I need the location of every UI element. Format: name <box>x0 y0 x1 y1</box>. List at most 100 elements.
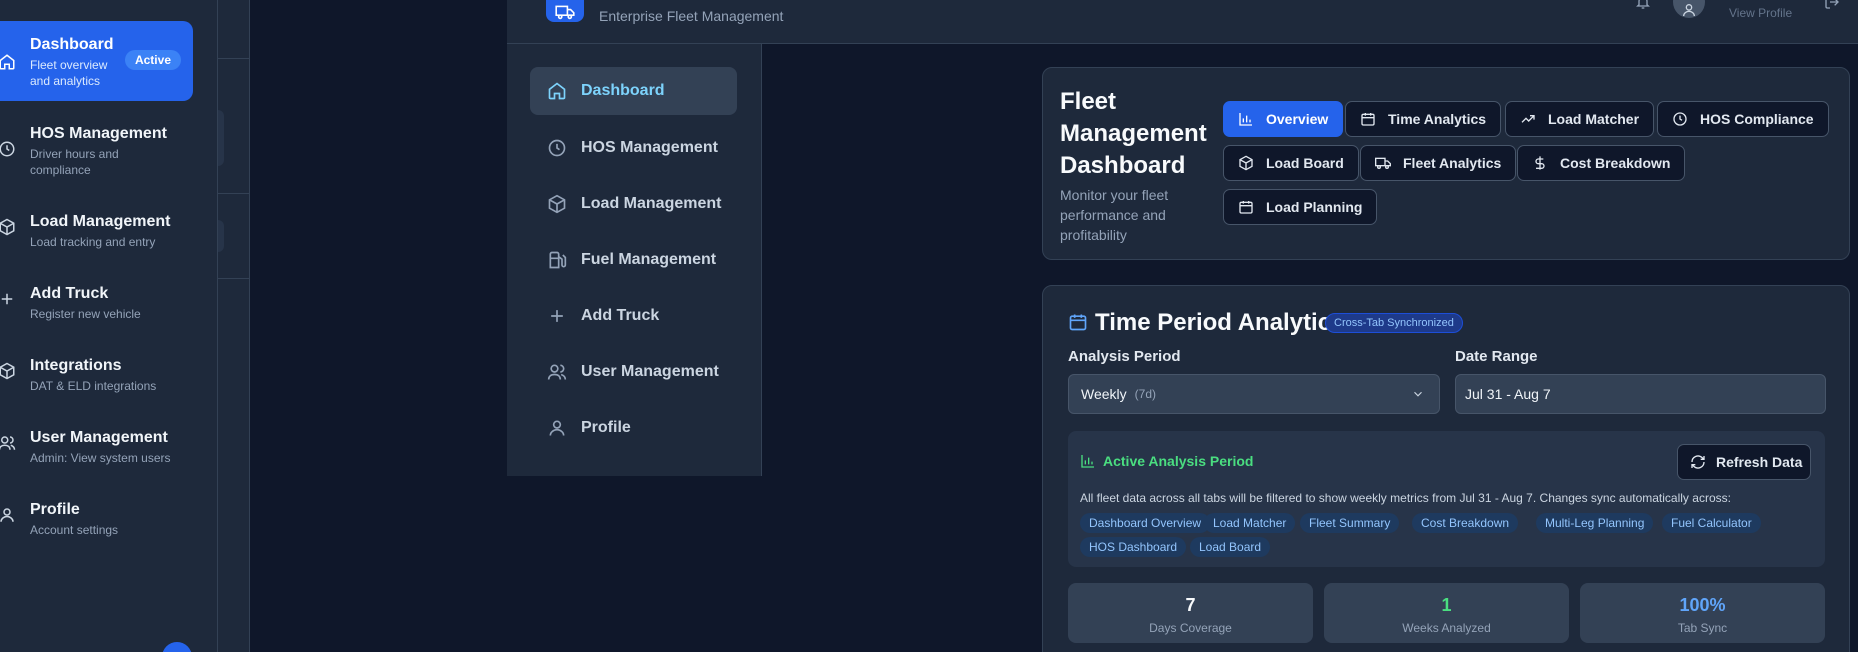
bar-chart-icon <box>1080 453 1096 469</box>
floating-action-button[interactable] <box>162 642 192 652</box>
tab-load-matcher[interactable]: Load Matcher <box>1505 101 1655 137</box>
avatar[interactable] <box>1673 0 1705 18</box>
nav-item-load[interactable]: Load Management <box>530 180 737 228</box>
tab-label: Load Board <box>1266 155 1344 171</box>
period-label: Analysis Period <box>1068 348 1181 365</box>
sidebar-item-sub: Driver hours and compliance <box>30 147 119 177</box>
dashboard-header-card: Fleet Management Dashboard Monitor your … <box>1042 67 1850 260</box>
tab-overview[interactable]: Overview <box>1223 101 1344 137</box>
sidebar-item-title: Load Management <box>30 213 171 230</box>
sync-chip: Fleet Summary <box>1300 513 1400 533</box>
sidebar-item-hos[interactable]: HOS Management Driver hours and complianc… <box>0 124 193 178</box>
time-period-analytics-card: Time Period Analytics Cross-Tab Synchron… <box>1042 285 1850 652</box>
overlay-sidebar: Dashboard Fleet overview and analytics Ac… <box>0 0 218 652</box>
package-icon <box>0 362 16 380</box>
view-profile-link[interactable]: View Profile <box>1729 6 1792 20</box>
date-range-field[interactable]: Jul 31 - Aug 7 <box>1455 374 1826 414</box>
active-period-title: Active Analysis Period <box>1103 453 1254 469</box>
home-icon <box>0 53 16 71</box>
range-value: Jul 31 - Aug 7 <box>1465 386 1551 402</box>
active-period-text: All fleet data across all tabs will be f… <box>1080 491 1731 505</box>
stat-label: Weeks Analyzed <box>1402 621 1491 635</box>
sidebar-item-title: Integrations <box>30 357 122 374</box>
tab-label: Load Planning <box>1266 199 1363 215</box>
tab-label: Time Analytics <box>1388 111 1487 127</box>
nav-item-profile[interactable]: Profile <box>530 404 737 452</box>
trending-up-icon <box>1520 111 1536 127</box>
tab-label: Fleet Analytics <box>1403 155 1502 171</box>
sidebar-item-users[interactable]: User Management Admin: View system users <box>0 428 193 466</box>
bar-chart-icon <box>1238 111 1254 127</box>
tab-fleet-analytics[interactable]: Fleet Analytics <box>1360 145 1517 181</box>
stat-tab-sync: 100% Tab Sync <box>1580 583 1825 643</box>
sidebar-item-sub: Admin: View system users <box>30 451 171 465</box>
users-icon <box>0 434 16 452</box>
sync-chip: Cost Breakdown <box>1412 513 1519 533</box>
tab-time-analytics[interactable]: Time Analytics <box>1345 101 1502 137</box>
sidebar-item-sub: DAT & ELD integrations <box>30 379 157 393</box>
sidebar-item-add-truck[interactable]: Add Truck Register new vehicle <box>0 284 193 322</box>
range-label: Date Range <box>1455 348 1538 365</box>
truck-logo-icon[interactable] <box>546 0 584 22</box>
nav-item-fuel[interactable]: Fuel Management <box>530 236 737 284</box>
nav-item-label: Fuel Management <box>581 251 717 268</box>
refresh-icon <box>1690 454 1706 470</box>
package-icon <box>0 218 16 236</box>
period-value: Weekly <box>1081 386 1127 402</box>
tab-load-planning[interactable]: Load Planning <box>1223 189 1378 225</box>
package-icon <box>1238 155 1254 171</box>
sidebar-item-load[interactable]: Load Management Load tracking and entry <box>0 212 193 250</box>
sync-badge: Cross-Tab Synchronized <box>1325 313 1463 333</box>
stat-label: Days Coverage <box>1149 621 1232 635</box>
sync-chip: Load Matcher <box>1204 513 1296 533</box>
stat-weeks-analyzed: 1 Weeks Analyzed <box>1324 583 1569 643</box>
nav-item-label: Load Management <box>581 195 722 212</box>
clock-icon <box>1672 111 1688 127</box>
sidebar-item-title: User Management <box>30 429 168 446</box>
sync-chip: Load Board <box>1190 537 1271 557</box>
calendar-icon <box>1360 111 1376 127</box>
sync-chip: Fuel Calculator <box>1662 513 1761 533</box>
calendar-icon <box>1238 199 1254 215</box>
stat-value: 100% <box>1679 595 1726 615</box>
sidebar-item-integrations[interactable]: Integrations DAT & ELD integrations <box>0 356 193 394</box>
tab-load-board[interactable]: Load Board <box>1223 145 1359 181</box>
sidebar-item-title: Add Truck <box>30 285 109 302</box>
logout-icon[interactable] <box>1824 0 1840 10</box>
nav-item-users[interactable]: User Management <box>530 348 737 396</box>
tab-label: Cost Breakdown <box>1560 155 1671 171</box>
sidebar-item-title: Dashboard <box>30 36 114 53</box>
sidebar-item-title: Profile <box>30 501 80 518</box>
page-title: Fleet Management Dashboard <box>1060 88 1207 179</box>
divider <box>218 58 250 59</box>
tab-cost-breakdown[interactable]: Cost Breakdown <box>1517 145 1686 181</box>
sidebar-item-profile[interactable]: Profile Account settings <box>0 500 193 538</box>
nav-item-label: User Management <box>581 363 719 380</box>
stat-value: 1 <box>1441 595 1452 615</box>
stat-label: Tab Sync <box>1677 621 1728 635</box>
nav-item-label: HOS Management <box>581 139 718 156</box>
nav-item-dashboard[interactable]: Dashboard <box>530 67 737 115</box>
refresh-data-button[interactable]: Refresh Data <box>1677 444 1811 480</box>
analysis-period-select[interactable]: Weekly (7d) <box>1068 374 1440 414</box>
main-sidebar: Dashboard HOS Management Load Management… <box>507 44 762 476</box>
nav-item-label: Dashboard <box>581 82 665 99</box>
active-badge: Active <box>124 50 181 70</box>
sidebar-item-sub: Fleet overview and analytics <box>30 58 108 88</box>
bell-icon[interactable] <box>1635 0 1651 10</box>
tab-label: HOS Compliance <box>1700 111 1814 127</box>
package-icon <box>547 194 567 214</box>
dollar-icon <box>1532 155 1548 171</box>
background-panel <box>218 0 250 652</box>
nav-item-add-truck[interactable]: Add Truck <box>530 292 737 340</box>
sync-chip: HOS Dashboard <box>1080 537 1187 557</box>
sidebar-item-dashboard[interactable]: Dashboard Fleet overview and analytics Ac… <box>0 21 193 101</box>
plus-icon <box>547 306 567 326</box>
calendar-icon <box>1068 312 1088 332</box>
users-icon <box>547 362 567 382</box>
sidebar-item-sub: Account settings <box>30 523 119 537</box>
tab-hos-compliance[interactable]: HOS Compliance <box>1657 101 1829 137</box>
nav-item-hos[interactable]: HOS Management <box>530 124 737 172</box>
sync-chip: Dashboard Overview <box>1080 513 1211 533</box>
fuel-icon <box>547 250 567 270</box>
